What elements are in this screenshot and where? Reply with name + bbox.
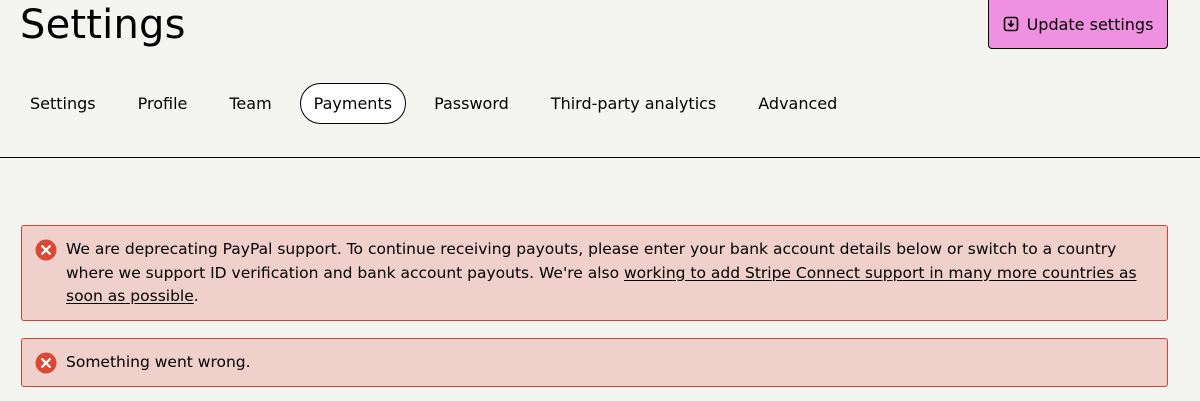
- page-title: Settings: [20, 2, 186, 48]
- save-download-icon: [1003, 16, 1019, 32]
- alert-message: Something went wrong.: [66, 353, 251, 371]
- error-alert: Something went wrong.: [21, 338, 1168, 387]
- settings-tabs: Settings Profile Team Payments Password …: [16, 82, 865, 125]
- update-settings-label: Update settings: [1026, 14, 1154, 34]
- error-x-icon: [35, 352, 57, 374]
- paypal-deprecation-alert: We are deprecating PayPal support. To co…: [21, 225, 1168, 321]
- tab-advanced[interactable]: Advanced: [744, 83, 851, 124]
- error-x-icon: [35, 239, 57, 261]
- alert-message: We are deprecating PayPal support. To co…: [66, 238, 1147, 309]
- tab-settings[interactable]: Settings: [16, 83, 110, 124]
- tab-payments[interactable]: Payments: [299, 83, 407, 124]
- update-settings-button[interactable]: Update settings: [988, 0, 1168, 49]
- tab-team[interactable]: Team: [215, 83, 285, 124]
- settings-page: Settings Update settings Settings Profil…: [0, 0, 1200, 401]
- page-header: Settings Update settings Settings Profil…: [0, 0, 1200, 158]
- tab-third-party-analytics[interactable]: Third-party analytics: [537, 83, 730, 124]
- tab-profile[interactable]: Profile: [124, 83, 202, 124]
- tab-password[interactable]: Password: [420, 83, 523, 124]
- alert-text-after-link: .: [193, 287, 199, 305]
